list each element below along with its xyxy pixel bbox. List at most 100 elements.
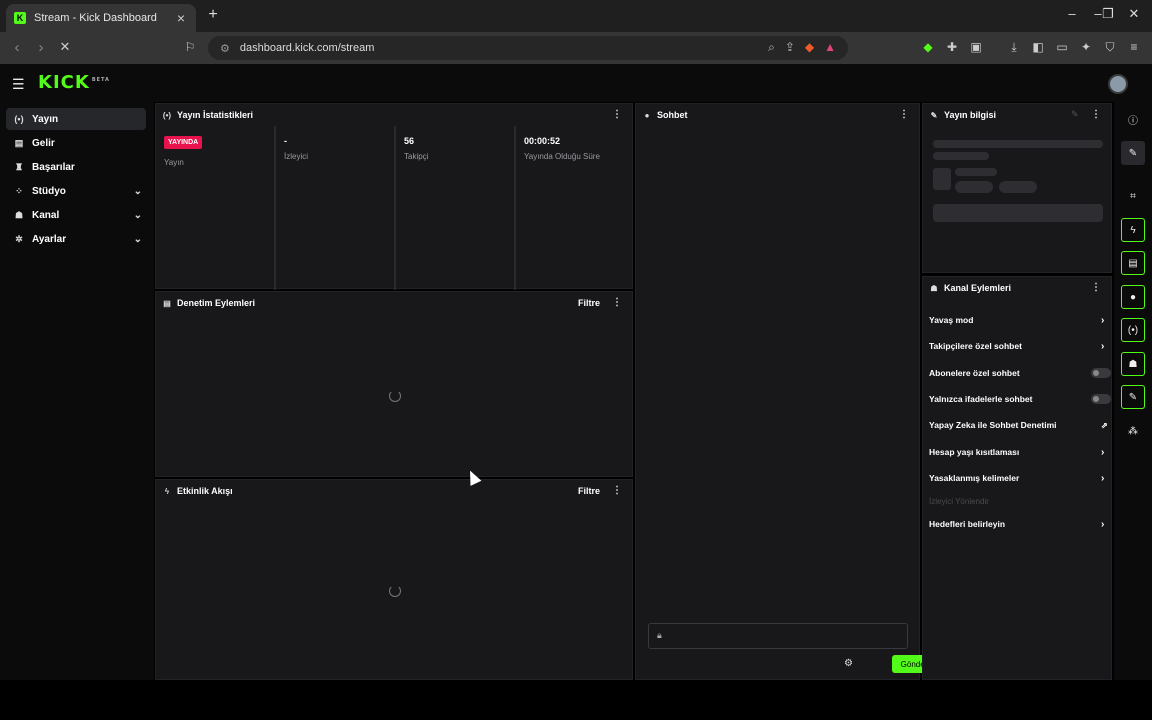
app-root: K Stream - Kick Dashboard × + – – ❐ ✕ ‹ …: [0, 0, 1152, 720]
more-options-icon[interactable]: ⋮: [612, 297, 622, 308]
address-bar[interactable]: ⚙ dashboard.kick.com/stream ⌕ ⇪ ◆ ▲: [208, 36, 848, 60]
action-label: Abonelere özel sohbet: [929, 368, 1020, 378]
extensions-icon[interactable]: ✚: [944, 40, 960, 54]
bookmark-icon[interactable]: ⚐: [182, 40, 198, 54]
hamburger-icon[interactable]: ☰: [12, 76, 25, 93]
action-label: Yalnızca ifadelerle sohbet: [929, 394, 1033, 404]
channel-icon: ☗: [14, 209, 24, 220]
stream-info-panel: ✎ Yayın bilgisi ✎ ⋮: [922, 103, 1112, 273]
wrench-icon[interactable]: ✎: [1121, 385, 1145, 409]
browser-tab[interactable]: K Stream - Kick Dashboard ×: [6, 4, 196, 32]
action-label: Yasaklanmış kelimeler: [929, 473, 1020, 483]
more-options-icon[interactable]: ⋮: [1091, 109, 1101, 120]
stat-value: 56: [404, 136, 415, 146]
skeleton-line: [933, 152, 989, 160]
sidebar-item-studyo[interactable]: ⁘ Stüdyo ⌄: [6, 180, 146, 202]
brave-shield-icon[interactable]: ◆: [805, 40, 814, 55]
lightning-icon: ϟ: [164, 486, 170, 496]
action-row-banned-words[interactable]: Yasaklanmış kelimeler ›: [929, 468, 1109, 488]
filter-button[interactable]: Filtre: [578, 486, 600, 496]
more-options-icon[interactable]: ⋮: [612, 109, 622, 120]
sidebar-toggle-icon[interactable]: ◧: [1030, 40, 1046, 54]
close-window-button[interactable]: ✕: [1122, 6, 1146, 22]
chevron-down-icon[interactable]: ⌄: [134, 210, 142, 221]
focus-icon[interactable]: ⌗: [1121, 184, 1145, 208]
skeleton-button: [933, 204, 1103, 222]
widgets-icon[interactable]: ⁂: [1121, 419, 1145, 443]
back-icon[interactable]: ‹: [8, 39, 26, 56]
document-icon[interactable]: ▤: [1121, 251, 1145, 275]
wallet-icon[interactable]: ▭: [1054, 40, 1070, 54]
action-row-ai-moderation[interactable]: Yapay Zeka ile Sohbet Denetimi ⇗: [929, 415, 1109, 435]
download-icon[interactable]: ⤓: [1006, 40, 1022, 55]
new-tab-button[interactable]: +: [204, 6, 222, 24]
action-row-slow-mode[interactable]: Yavaş mod ›: [929, 310, 1109, 330]
lock-icon: 🔒︎: [657, 630, 662, 640]
broadcast-icon[interactable]: (•): [1121, 318, 1145, 342]
sidebar-item-label: Başarılar: [32, 161, 75, 173]
more-options-icon[interactable]: ⋮: [1091, 282, 1101, 293]
chevron-right-icon: ›: [1101, 518, 1105, 530]
tab-close-icon[interactable]: ×: [174, 10, 188, 26]
action-row-followers-only[interactable]: Takipçilere özel sohbet ›: [929, 336, 1109, 356]
moderation-panel: ▤ Denetim Eylemleri Filtre ⋮: [155, 291, 633, 477]
filter-button[interactable]: Filtre: [578, 298, 600, 308]
action-row-set-targets[interactable]: Hedefleri belirleyin ›: [929, 514, 1109, 534]
chat-icon[interactable]: ●: [1121, 285, 1145, 309]
skeleton-pill: [999, 181, 1037, 193]
sidebar-item-yayin[interactable]: (•) Yayın: [6, 108, 146, 130]
browser-toolbar: ‹ › ✕ ⚐ ⚙ dashboard.kick.com/stream ⌕ ⇪ …: [0, 32, 1152, 64]
site-info-icon[interactable]: ⚙: [220, 42, 230, 55]
moderation-panel-title: Denetim Eylemleri: [177, 298, 256, 308]
reload-icon[interactable]: ✕: [56, 39, 74, 55]
logo-text: KICK: [38, 72, 90, 93]
chat-input[interactable]: 🔒︎: [648, 623, 908, 649]
kick-logo[interactable]: KICK BETA: [38, 72, 110, 93]
more-options-icon[interactable]: ⋮: [899, 109, 909, 120]
stat-label: Takipçi: [404, 152, 429, 161]
sidebar-item-gelir[interactable]: ▤ Gelir: [6, 132, 146, 154]
loading-spinner-icon: [389, 390, 401, 402]
screenshot-icon[interactable]: ▣: [968, 40, 984, 54]
zoom-search-icon[interactable]: ⌕: [768, 40, 775, 55]
extension-icon[interactable]: ◆: [920, 40, 936, 54]
chevron-right-icon: ›: [1101, 446, 1105, 458]
action-label: Hesap yaşı kısıtlaması: [929, 447, 1020, 457]
info-icon[interactable]: ⓘ: [1121, 107, 1145, 131]
avatar[interactable]: [1108, 74, 1128, 94]
edit-icon[interactable]: ✎: [1121, 141, 1145, 165]
menu-icon[interactable]: ≡: [1126, 40, 1142, 54]
vpn-icon[interactable]: ⛉: [1102, 40, 1118, 55]
lightning-icon[interactable]: ϟ: [1121, 218, 1145, 242]
chat-settings-gear-icon[interactable]: ⚙: [844, 658, 853, 669]
share-icon[interactable]: ⇪: [785, 40, 795, 55]
sidebar-item-ayarlar[interactable]: ✲ Ayarlar ⌄: [6, 228, 146, 250]
leo-ai-icon[interactable]: ✦: [1078, 40, 1094, 54]
action-row-account-age[interactable]: Hesap yaşı kısıtlaması ›: [929, 442, 1109, 462]
minimize-icon[interactable]: –: [1060, 6, 1084, 21]
emotes-only-toggle[interactable]: [1091, 394, 1111, 404]
broadcast-icon: (•): [14, 114, 24, 124]
section-label: İzleyici Yönlendir: [929, 497, 989, 506]
sidebar-item-basarilar[interactable]: ♜ Başarılar: [6, 156, 146, 178]
subscribers-only-toggle[interactable]: [1091, 368, 1111, 378]
sidebar-item-kanal[interactable]: ☗ Kanal ⌄: [6, 204, 146, 226]
stats-panel-header: (•) Yayın İstatistikleri: [156, 104, 632, 126]
more-options-icon[interactable]: ⋮: [612, 485, 622, 496]
restore-button[interactable]: ❐: [1096, 6, 1120, 22]
brave-rewards-icon[interactable]: ▲: [824, 40, 836, 55]
channel-icon[interactable]: ☗: [1121, 352, 1145, 376]
trophy-icon: ♜: [14, 161, 24, 172]
channel-icon: ☗: [930, 283, 938, 293]
money-icon: ▤: [14, 137, 24, 148]
chevron-right-icon: ›: [1101, 472, 1105, 484]
chevron-down-icon[interactable]: ⌄: [134, 186, 142, 197]
sidebar-item-label: Kanal: [32, 209, 60, 221]
stat-value: -: [284, 136, 287, 146]
chevron-down-icon[interactable]: ⌄: [134, 234, 142, 245]
broadcast-icon: (•): [162, 110, 172, 120]
bottom-bar: [0, 680, 1152, 720]
edit-icon[interactable]: ✎: [1071, 109, 1079, 120]
forward-icon[interactable]: ›: [32, 39, 50, 56]
chat-panel-title: Sohbet: [657, 110, 688, 120]
